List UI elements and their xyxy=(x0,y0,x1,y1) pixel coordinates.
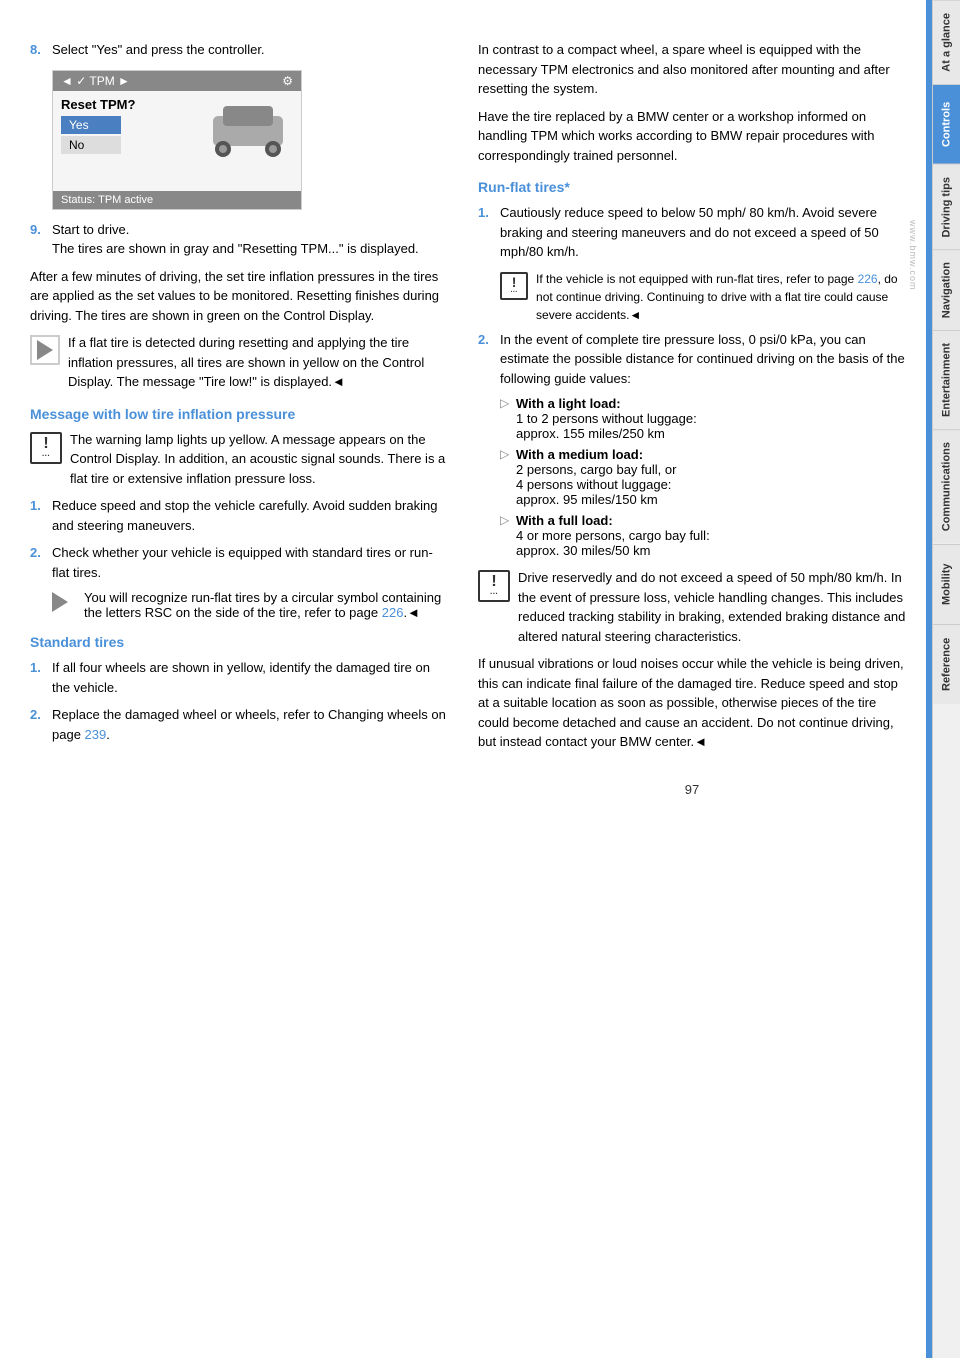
inflate-step-2: 2. Check whether your vehicle is equippe… xyxy=(30,543,448,582)
sidebar-tab-at-a-glance[interactable]: At a glance xyxy=(933,0,960,84)
play-triangle-icon xyxy=(30,335,60,365)
arrow-icon-medium: ▷ xyxy=(500,447,516,507)
sidebar-tab-controls[interactable]: Controls xyxy=(933,84,960,164)
sidebar-tab-communications[interactable]: Communications xyxy=(933,429,960,543)
standard-step-1: 1. If all four wheels are shown in yello… xyxy=(30,658,448,697)
load-full-text: With a full load: 4 or more persons, car… xyxy=(516,513,710,558)
sidebar-tab-reference[interactable]: Reference xyxy=(933,624,960,704)
warn-runflat-icon: ! ··· xyxy=(500,272,528,300)
section-standard-heading: Standard tires xyxy=(30,634,448,650)
inflate-step-1: 1. Reduce speed and stop the vehicle car… xyxy=(30,496,448,535)
right-para-2: Have the tire replaced by a BMW center o… xyxy=(478,107,906,166)
inflate-step-2-num: 2. xyxy=(30,543,52,582)
arrow-icon-light: ▷ xyxy=(500,396,516,441)
section-runflat-heading: Run-flat tires* xyxy=(478,179,906,195)
runflat-step-1-num: 1. xyxy=(478,203,500,262)
load-medium-text: With a medium load: 2 persons, cargo bay… xyxy=(516,447,676,507)
sidebar-tab-entertainment[interactable]: Entertainment xyxy=(933,330,960,429)
right-final-para: If unusual vibrations or loud noises occ… xyxy=(478,654,906,752)
load-light: ▷ With a light load: 1 to 2 persons with… xyxy=(500,396,906,441)
warn-inflate-text: The warning lamp lights up yellow. A mes… xyxy=(70,430,448,489)
note-runflat-text: You will recognize run-flat tires by a c… xyxy=(84,590,448,620)
load-full: ▷ With a full load: 4 or more persons, c… xyxy=(500,513,906,558)
standard-step-2-text: Replace the damaged wheel or wheels, ref… xyxy=(52,705,448,744)
runflat-step-2-num: 2. xyxy=(478,330,500,389)
runflat-step-2-text: In the event of complete tire pressure l… xyxy=(500,330,906,389)
step-9: 9. Start to drive. The tires are shown i… xyxy=(30,220,448,259)
page-239-link[interactable]: 239 xyxy=(85,727,107,742)
right-para-1: In contrast to a compact wheel, a spare … xyxy=(478,40,906,99)
runflat-step-1-text: Cautiously reduce speed to below 50 mph/… xyxy=(500,203,906,262)
tpm-car-svg xyxy=(203,91,293,171)
tpm-no: No xyxy=(61,136,121,154)
warn-exclamation-icon: ! ··· xyxy=(30,432,62,464)
step-9-number: 9. xyxy=(30,220,52,259)
standard-step-2-num: 2. xyxy=(30,705,52,744)
note-runflat-icon xyxy=(52,590,76,620)
step-8-text: Select "Yes" and press the controller. xyxy=(52,40,448,60)
tpm-header-icon: ⚙ xyxy=(282,74,293,88)
tpm-screen: ◄ ✓ TPM ► ⚙ Reset TPM? Yes No St xyxy=(52,70,302,210)
tpm-header: ◄ ✓ TPM ► ⚙ xyxy=(53,71,301,91)
tpm-header-text: ◄ ✓ TPM ► xyxy=(61,74,130,88)
page-226-link-left[interactable]: 226 xyxy=(382,605,404,620)
load-light-text: With a light load: 1 to 2 persons withou… xyxy=(516,396,697,441)
inflate-step-1-text: Reduce speed and stop the vehicle carefu… xyxy=(52,496,448,535)
para-reset-info: After a few minutes of driving, the set … xyxy=(30,267,448,326)
left-column: 8. Select "Yes" and press the controller… xyxy=(30,40,468,1318)
load-medium: ▷ With a medium load: 2 persons, cargo b… xyxy=(500,447,906,507)
warn-drive-text: Drive reservedly and do not exceed a spe… xyxy=(518,568,906,646)
runflat-step-2: 2. In the event of complete tire pressur… xyxy=(478,330,906,389)
load-items: ▷ With a light load: 1 to 2 persons with… xyxy=(500,396,906,558)
sidebar-tab-mobility[interactable]: Mobility xyxy=(933,544,960,624)
tpm-yes: Yes xyxy=(61,116,121,134)
warn-box-runflat: ! ··· If the vehicle is not equipped wit… xyxy=(500,270,906,324)
sidebar-tab-navigation[interactable]: Navigation xyxy=(933,249,960,330)
warn-box-inflate: ! ··· The warning lamp lights up yellow.… xyxy=(30,430,448,489)
page-number: 97 xyxy=(478,782,906,797)
standard-steps: 1. If all four wheels are shown in yello… xyxy=(30,658,448,744)
inflate-step-1-num: 1. xyxy=(30,496,52,535)
sidebar-tabs: At a glance Controls Driving tips Naviga… xyxy=(932,0,960,1358)
step-8: 8. Select "Yes" and press the controller… xyxy=(30,40,448,60)
section-message-heading: Message with low tire inflation pressure xyxy=(30,406,448,422)
inflate-step-2-text: Check whether your vehicle is equipped w… xyxy=(52,543,448,582)
sidebar-tab-driving-tips[interactable]: Driving tips xyxy=(933,164,960,250)
note-box-flat: If a flat tire is detected during resett… xyxy=(30,333,448,392)
inflate-steps: 1. Reduce speed and stop the vehicle car… xyxy=(30,496,448,582)
watermark: www.bmw.com xyxy=(908,220,918,291)
standard-step-1-num: 1. xyxy=(30,658,52,697)
warn-box-drive: ! ··· Drive reservedly and do not exceed… xyxy=(478,568,906,646)
step-8-number: 8. xyxy=(30,40,52,60)
runflat-step-1: 1. Cautiously reduce speed to below 50 m… xyxy=(478,203,906,262)
right-column: In contrast to a compact wheel, a spare … xyxy=(468,40,906,1318)
page-226-link-right[interactable]: 226 xyxy=(858,272,878,286)
arrow-icon-full: ▷ xyxy=(500,513,516,558)
standard-step-2: 2. Replace the damaged wheel or wheels, … xyxy=(30,705,448,744)
warn-runflat-text: If the vehicle is not equipped with run-… xyxy=(536,270,906,324)
standard-step-1-text: If all four wheels are shown in yellow, … xyxy=(52,658,448,697)
note-flat-text: If a flat tire is detected during resett… xyxy=(68,333,448,392)
tpm-status: Status: TPM active xyxy=(53,191,301,209)
warn-drive-icon: ! ··· xyxy=(478,570,510,602)
step-9-text: Start to drive. The tires are shown in g… xyxy=(52,220,448,259)
note-runflat: You will recognize run-flat tires by a c… xyxy=(52,590,448,620)
